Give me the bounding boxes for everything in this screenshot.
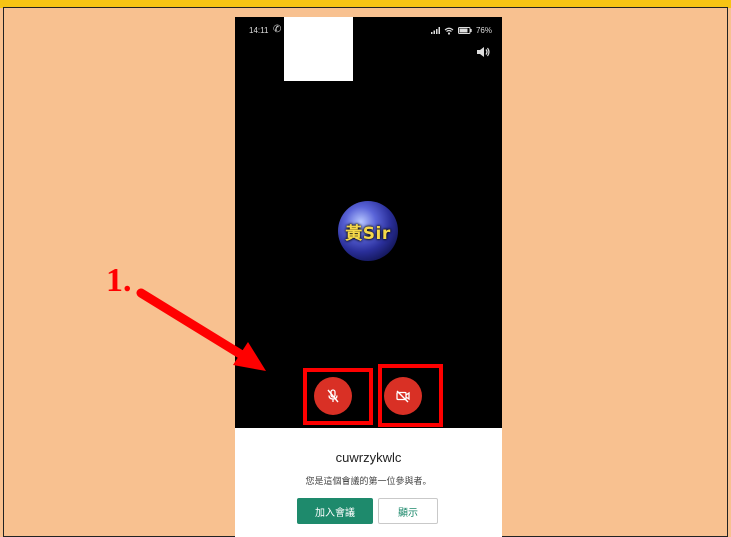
pointer-arrow — [136, 288, 266, 371]
